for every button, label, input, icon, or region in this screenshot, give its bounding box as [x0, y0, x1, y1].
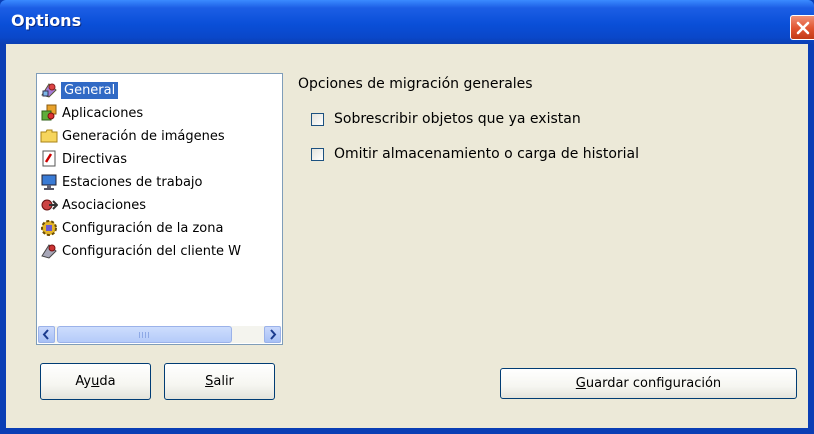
- workstation-icon: [40, 173, 58, 191]
- save-config-button-label: Guardar configuración: [575, 376, 722, 391]
- sidebar-item-generacion-imagenes[interactable]: Generación de imágenes: [40, 125, 277, 147]
- horizontal-scrollbar[interactable]: [38, 326, 281, 343]
- scroll-thumb[interactable]: [57, 326, 232, 343]
- sidebar-item-label: Configuración de la zona: [62, 220, 224, 236]
- sidebar-item-label: Directivas: [62, 151, 127, 167]
- sidebar-item-estaciones[interactable]: Estaciones de trabajo: [40, 171, 277, 193]
- help-button-label: Ayuda: [75, 374, 116, 389]
- zone-config-icon: [40, 219, 58, 237]
- skip-history-label[interactable]: Omitir almacenamiento o carga de histori…: [334, 146, 639, 162]
- sidebar-item-directivas[interactable]: Directivas: [40, 148, 277, 170]
- sidebar-item-config-zona[interactable]: Configuración de la zona: [40, 217, 277, 239]
- section-heading: Opciones de migración generales: [298, 76, 533, 92]
- exit-button[interactable]: Salir: [164, 363, 275, 400]
- title-bar[interactable]: Options: [0, 0, 814, 44]
- grip-icon: [139, 332, 151, 338]
- general-icon: [40, 81, 58, 99]
- folder-icon: [40, 127, 58, 145]
- client-config-icon: [40, 242, 58, 260]
- close-button[interactable]: [790, 15, 814, 40]
- associations-icon: [40, 196, 59, 214]
- sidebar-item-label: Generación de imágenes: [62, 128, 225, 144]
- sidebar-item-label: General: [61, 81, 119, 99]
- overwrite-objects-checkbox[interactable]: [311, 113, 324, 126]
- chevron-left-icon: [42, 329, 49, 340]
- sidebar-item-config-cliente[interactable]: Configuración del cliente W: [40, 240, 277, 262]
- sidebar-item-label: Configuración del cliente W: [62, 243, 242, 259]
- close-icon: [796, 21, 810, 35]
- exit-button-label: Salir: [205, 374, 234, 389]
- sidebar-item-label: Aplicaciones: [62, 105, 144, 121]
- applications-icon: [40, 104, 58, 122]
- policies-icon: [40, 150, 58, 168]
- overwrite-objects-label[interactable]: Sobrescribir objetos que ya existan: [334, 111, 581, 127]
- help-button[interactable]: Ayuda: [40, 363, 151, 400]
- sidebar-item-label: Asociaciones: [62, 197, 147, 213]
- window-title: Options: [11, 11, 82, 30]
- sidebar-item-general[interactable]: General: [40, 79, 277, 101]
- save-config-button[interactable]: Guardar configuración: [500, 368, 797, 399]
- sidebar-item-label: Estaciones de trabajo: [62, 174, 203, 190]
- skip-history-checkbox[interactable]: [311, 148, 324, 161]
- scroll-right-button[interactable]: [264, 326, 281, 343]
- category-list[interactable]: General Aplicaciones Generación de imáge…: [36, 73, 283, 345]
- chevron-right-icon: [270, 329, 277, 340]
- scroll-left-button[interactable]: [38, 326, 55, 343]
- sidebar-item-asociaciones[interactable]: Asociaciones: [40, 194, 277, 216]
- sidebar-item-aplicaciones[interactable]: Aplicaciones: [40, 102, 277, 124]
